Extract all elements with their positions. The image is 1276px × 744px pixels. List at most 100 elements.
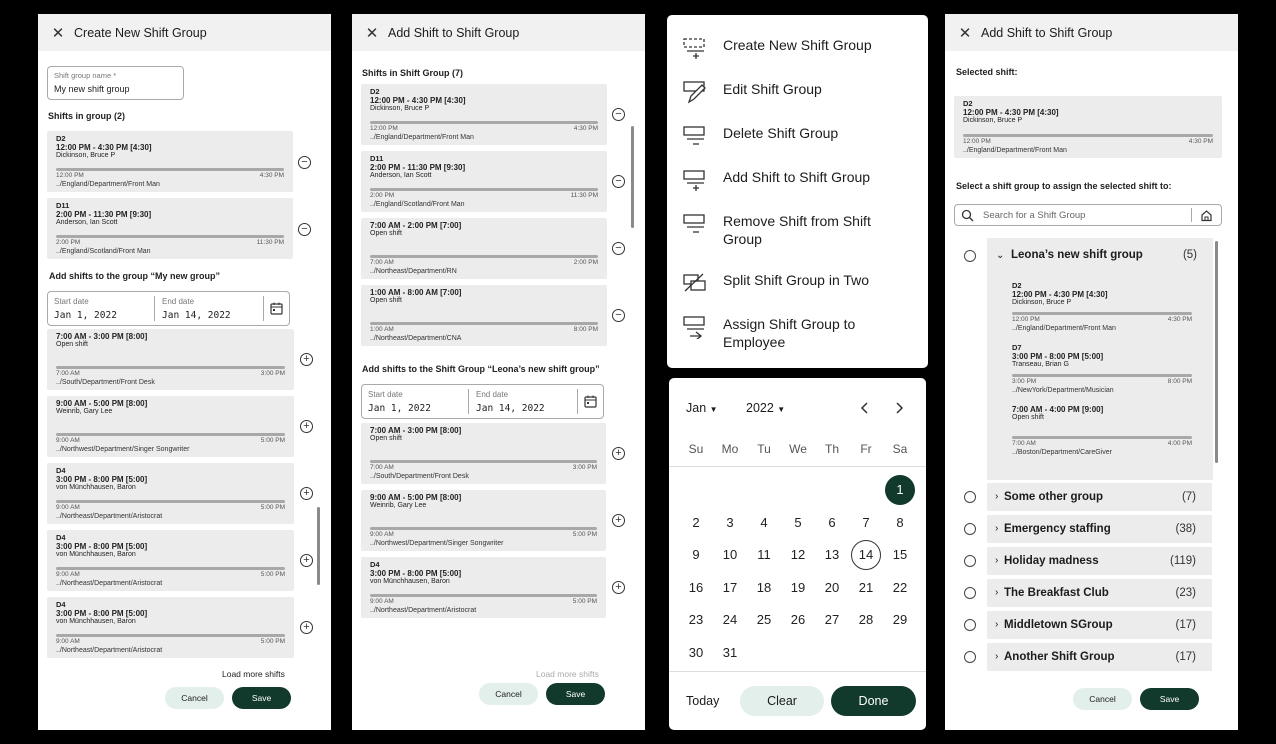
calendar-day[interactable]: 29 [885, 605, 915, 635]
chevron-down-icon[interactable]: ⌄ [996, 250, 1004, 261]
calendar-day[interactable]: 15 [885, 540, 915, 570]
done-button[interactable]: Done [831, 686, 916, 716]
chevron-left-icon[interactable] [859, 401, 871, 415]
calendar-day[interactable]: 24 [715, 605, 745, 635]
remove-circle-icon[interactable]: − [612, 108, 625, 121]
date-range-picker[interactable]: Start date Jan 1, 2022 End date Jan 14, … [361, 384, 604, 419]
chevron-right-icon[interactable]: › [995, 643, 998, 671]
calendar-icon[interactable] [270, 302, 283, 315]
calendar-day[interactable]: 4 [749, 508, 779, 538]
group-radio[interactable] [964, 523, 976, 535]
calendar-day[interactable]: 12 [783, 540, 813, 570]
calendar-day[interactable]: 21 [851, 573, 881, 603]
search-input[interactable]: Search for a Shift Group [983, 210, 1085, 221]
calendar-day[interactable]: 3 [715, 508, 745, 538]
date-range-picker[interactable]: Start date Jan 1, 2022 End date Jan 14, … [47, 291, 290, 326]
calendar-day[interactable]: 22 [885, 573, 915, 603]
shift-group-row[interactable]: › The Breakfast Club (23) [987, 579, 1212, 607]
close-icon[interactable]: ✕ [945, 24, 981, 42]
chevron-right-icon[interactable]: › [995, 483, 998, 511]
calendar-day[interactable]: 20 [817, 573, 847, 603]
chevron-right-icon[interactable]: › [995, 547, 998, 575]
calendar-day[interactable]: 31 [715, 638, 745, 668]
chevron-right-icon[interactable]: › [995, 515, 998, 543]
calendar-day[interactable]: 7 [851, 508, 881, 538]
scrollbar[interactable] [1215, 241, 1218, 463]
chevron-right-icon[interactable]: › [995, 611, 998, 639]
add-circle-icon[interactable]: + [612, 581, 625, 594]
add-circle-icon[interactable]: + [612, 447, 625, 460]
clear-button[interactable]: Clear [740, 686, 824, 716]
group-radio[interactable] [964, 250, 976, 262]
cancel-button[interactable]: Cancel [1073, 688, 1132, 710]
month-select[interactable]: Jan ▼ [686, 401, 718, 415]
save-button[interactable]: Save [1140, 688, 1199, 710]
calendar-day[interactable]: 6 [817, 508, 847, 538]
calendar-day[interactable]: 30 [681, 638, 711, 668]
load-more-link[interactable]: Load more shifts [536, 669, 599, 679]
search-field[interactable]: Search for a Shift Group [954, 204, 1222, 226]
calendar-day[interactable]: 27 [817, 605, 847, 635]
remove-circle-icon[interactable]: − [612, 175, 625, 188]
add-circle-icon[interactable]: + [300, 420, 313, 433]
start-date-value[interactable]: Jan 1, 2022 [368, 403, 431, 414]
start-date-value[interactable]: Jan 1, 2022 [54, 310, 117, 321]
chevron-right-icon[interactable]: › [995, 579, 998, 607]
close-icon[interactable]: ✕ [352, 24, 388, 42]
group-radio[interactable] [964, 651, 976, 663]
remove-circle-icon[interactable]: − [298, 156, 311, 169]
add-circle-icon[interactable]: + [300, 621, 313, 634]
calendar-day[interactable]: 1 [885, 475, 915, 505]
cancel-button[interactable]: Cancel [479, 683, 538, 705]
calendar-day[interactable]: 26 [783, 605, 813, 635]
shift-group-row[interactable]: › Some other group (7) [987, 483, 1212, 511]
chevron-right-icon[interactable] [893, 401, 905, 415]
calendar-day[interactable]: 28 [851, 605, 881, 635]
group-radio[interactable] [964, 619, 976, 631]
scrollbar[interactable] [631, 126, 634, 228]
close-icon[interactable]: ✕ [38, 24, 74, 42]
calendar-icon[interactable] [584, 395, 597, 408]
shift-timeline-bar [56, 567, 285, 570]
save-button[interactable]: Save [232, 687, 291, 709]
calendar-day[interactable]: 19 [783, 573, 813, 603]
calendar-day[interactable]: 9 [681, 540, 711, 570]
calendar-day[interactable]: 14 [851, 540, 881, 570]
cancel-button[interactable]: Cancel [165, 687, 224, 709]
calendar-day[interactable]: 25 [749, 605, 779, 635]
calendar-day[interactable]: 18 [749, 573, 779, 603]
load-more-link[interactable]: Load more shifts [222, 669, 285, 679]
today-button[interactable]: Today [686, 694, 719, 708]
year-select[interactable]: 2022 ▼ [746, 401, 785, 415]
calendar-day[interactable]: 16 [681, 573, 711, 603]
calendar-day[interactable]: 23 [681, 605, 711, 635]
calendar-day[interactable]: 5 [783, 508, 813, 538]
calendar-day[interactable]: 13 [817, 540, 847, 570]
end-date-value[interactable]: Jan 14, 2022 [162, 310, 231, 321]
shift-group-row[interactable]: › Emergency staffing (38) [987, 515, 1212, 543]
remove-circle-icon[interactable]: − [298, 223, 311, 236]
shift-group-name-field[interactable]: Shift group name * My new shift group [47, 66, 184, 100]
add-circle-icon[interactable]: + [300, 353, 313, 366]
group-radio[interactable] [964, 587, 976, 599]
shift-group-row[interactable]: › Another Shift Group (17) [987, 643, 1212, 671]
calendar-day[interactable]: 11 [749, 540, 779, 570]
shift-card: 7:00 AM - 3:00 PM [8:00] Open shift 7:00 A… [361, 423, 606, 484]
home-icon[interactable] [1200, 209, 1213, 222]
save-button[interactable]: Save [546, 683, 605, 705]
calendar-day[interactable]: 2 [681, 508, 711, 538]
calendar-day[interactable]: 10 [715, 540, 745, 570]
add-circle-icon[interactable]: + [612, 514, 625, 527]
shift-group-row[interactable]: › Middletown SGroup (17) [987, 611, 1212, 639]
add-circle-icon[interactable]: + [300, 554, 313, 567]
scrollbar[interactable] [317, 507, 320, 585]
calendar-day[interactable]: 17 [715, 573, 745, 603]
remove-circle-icon[interactable]: − [612, 309, 625, 322]
calendar-day[interactable]: 8 [885, 508, 915, 538]
shift-group-row[interactable]: › Holiday madness (119) [987, 547, 1212, 575]
remove-circle-icon[interactable]: − [612, 242, 625, 255]
end-date-value[interactable]: Jan 14, 2022 [476, 403, 545, 414]
group-radio[interactable] [964, 555, 976, 567]
group-radio[interactable] [964, 491, 976, 503]
add-circle-icon[interactable]: + [300, 487, 313, 500]
